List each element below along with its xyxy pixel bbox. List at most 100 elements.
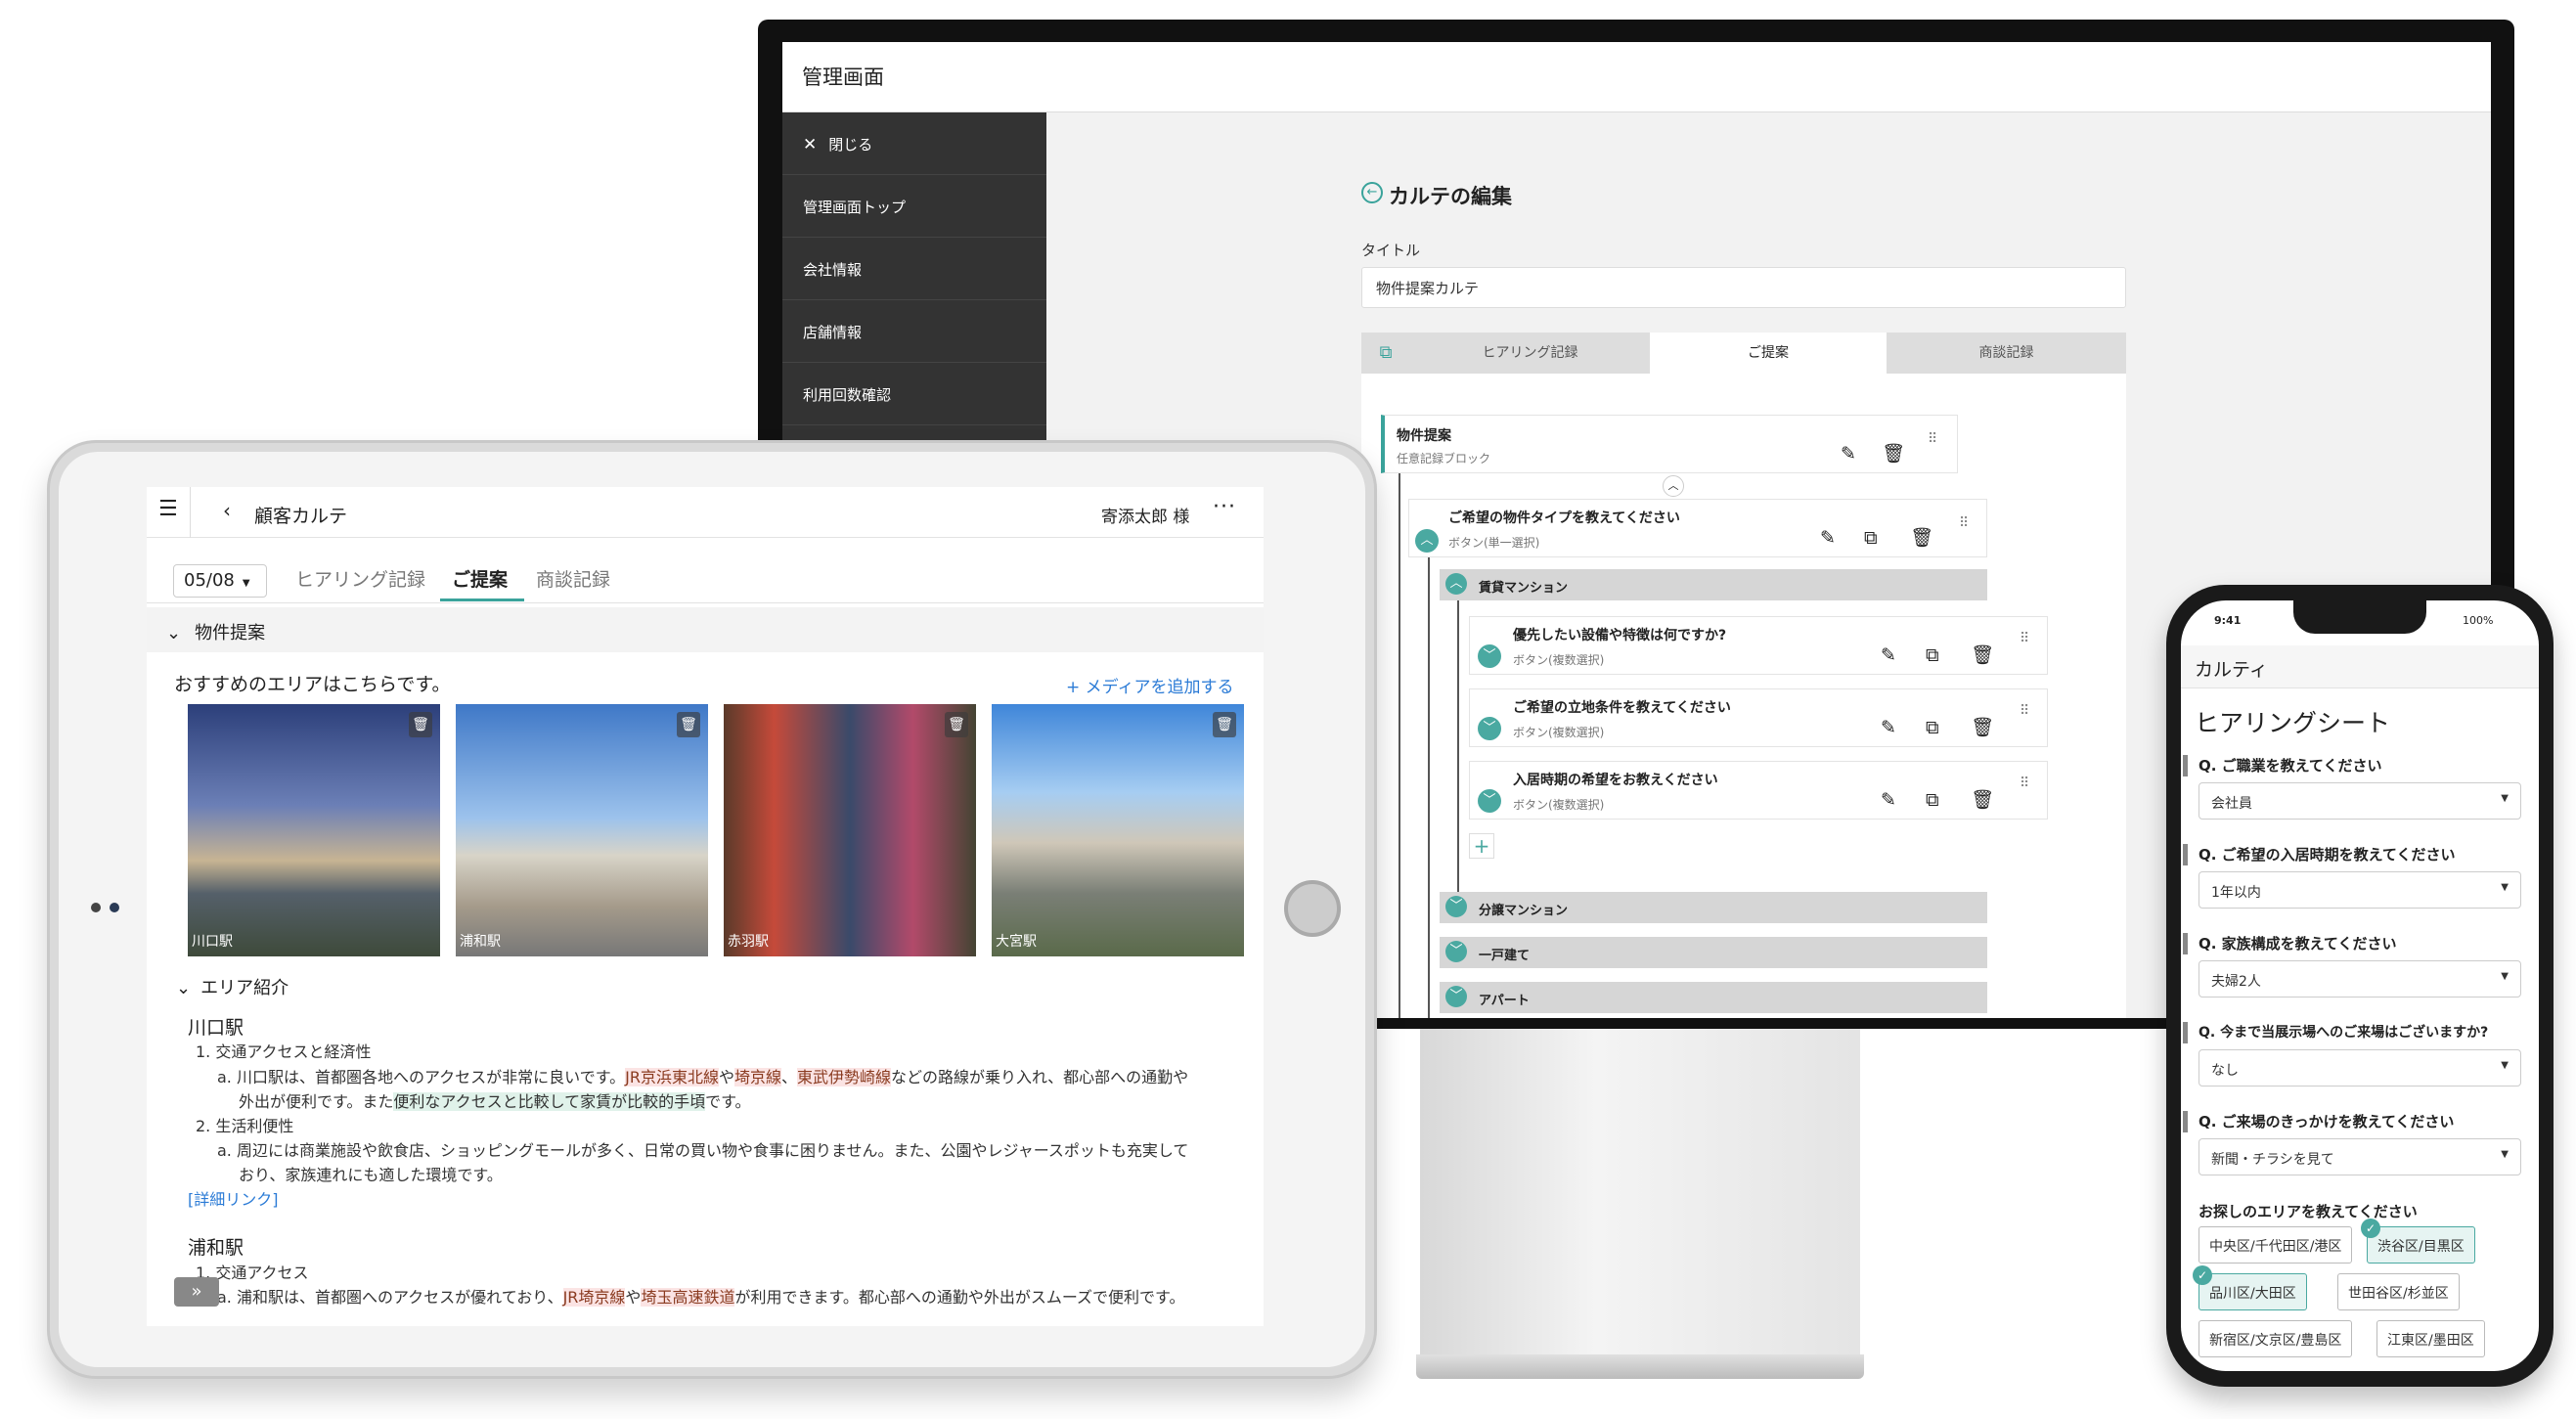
answer-select[interactable]: 会社員 ▼ bbox=[2198, 782, 2521, 820]
area-chip[interactable]: 中央区/千代田区/港区 bbox=[2198, 1226, 2353, 1264]
sidebar-item-top[interactable]: 管理画面トップ bbox=[782, 175, 1046, 238]
back-icon[interactable]: ← bbox=[1361, 182, 1383, 203]
area-photo: 🗑 川口駅 bbox=[188, 704, 440, 956]
group-header[interactable]: ﹀ アパート bbox=[1440, 982, 1987, 1013]
question-label: Q. ご来場のきっかけを教えてください bbox=[2198, 1113, 2455, 1131]
list-item: a. 川口駅は、首都圏各地へのアクセスが非常に良いです。JR京浜東北線や埼京線、… bbox=[217, 1064, 1188, 1087]
copy-icon[interactable]: ⧉ bbox=[1926, 789, 1939, 811]
chevron-up-icon[interactable]: ︿ bbox=[1445, 573, 1467, 595]
area-chip[interactable]: 新宿区/文京区/豊島区 bbox=[2198, 1320, 2353, 1357]
chevron-up-icon[interactable]: ︿ bbox=[1415, 529, 1439, 553]
area-chip[interactable]: 江東区/墨田区 bbox=[2376, 1320, 2485, 1357]
edit-icon[interactable]: ✎ bbox=[1841, 443, 1856, 465]
tab-proposal[interactable]: ご提案 bbox=[452, 565, 508, 592]
text-span: が利用できます。都心部への通勤や外出がスムーズで便利です。 bbox=[734, 1288, 1185, 1307]
tab-negotiation[interactable]: 商談記録 bbox=[1887, 333, 2126, 374]
add-media-link[interactable]: + メディアを追加する bbox=[1066, 673, 1233, 697]
answer-value: 1年以内 bbox=[2211, 885, 2261, 901]
sub-question-subtitle: ボタン(複数選択) bbox=[1513, 798, 1605, 812]
tab-negotiation[interactable]: 商談記録 bbox=[536, 565, 610, 592]
caret-down-icon: ▼ bbox=[2501, 1149, 2509, 1160]
chevron-down-icon[interactable]: ﹀ bbox=[1478, 789, 1501, 813]
answer-select[interactable]: 1年以内 ▼ bbox=[2198, 871, 2521, 909]
area-photo: 🗑 赤羽駅 bbox=[724, 704, 976, 956]
sub-question-subtitle: ボタン(複数選択) bbox=[1513, 653, 1605, 667]
sidebar-close-button[interactable]: ✕ 閉じる bbox=[782, 112, 1046, 175]
title-input[interactable]: 物件提案カルテ bbox=[1361, 267, 2126, 308]
trash-icon[interactable]: 🗑 bbox=[1910, 527, 1933, 549]
chevron-down-icon: ⌄ bbox=[166, 623, 182, 643]
tab-hearing[interactable]: ヒアリング記録 bbox=[295, 565, 425, 592]
trash-icon[interactable]: 🗑 bbox=[945, 712, 968, 737]
drag-handle-icon[interactable]: ⠿ bbox=[2020, 776, 2030, 790]
answer-select[interactable]: 新聞・チラシを見て ▼ bbox=[2198, 1138, 2521, 1175]
photo-caption: 川口駅 bbox=[192, 934, 233, 950]
copy-icon[interactable]: ⧉ bbox=[1864, 527, 1878, 549]
sub-question-card[interactable]: 優先したい設備や特徴は何ですか? ボタン(複数選択) ﹀ ✎ ⧉ 🗑 ⠿ bbox=[1469, 616, 2048, 675]
trash-icon[interactable]: 🗑 bbox=[1971, 644, 1994, 666]
chevron-left-icon[interactable]: ‹ bbox=[223, 499, 231, 522]
edit-icon[interactable]: ✎ bbox=[1881, 789, 1896, 811]
group-header[interactable]: ﹀ 分譲マンション bbox=[1440, 892, 1987, 923]
date-select[interactable]: 05/08 ▼ bbox=[173, 564, 267, 598]
edit-icon[interactable]: ✎ bbox=[1881, 717, 1896, 738]
drag-handle-icon[interactable]: ⠿ bbox=[1928, 432, 1938, 446]
area-heading[interactable]: ⌄ エリア紹介 bbox=[176, 974, 289, 999]
chevron-down-icon[interactable]: ﹀ bbox=[1478, 717, 1501, 740]
group-label: 分譲マンション bbox=[1479, 904, 1569, 918]
chevron-down-icon[interactable]: ﹀ bbox=[1445, 986, 1467, 1007]
group-header[interactable]: ﹀ 一戸建て bbox=[1440, 937, 1987, 968]
editor-panel: 物件提案 任意記録ブロック ✎ 🗑 ⠿ ︿ ご希望の物件タイプを教えてください … bbox=[1361, 374, 2126, 1018]
trash-icon[interactable]: 🗑 bbox=[1213, 712, 1236, 737]
chevron-down-icon[interactable]: ﹀ bbox=[1445, 941, 1467, 962]
answer-select[interactable]: 夫婦2人 ▼ bbox=[2198, 960, 2521, 998]
trash-icon[interactable]: 🗑 bbox=[1882, 443, 1905, 465]
copy-icon[interactable]: ⧉ bbox=[1926, 644, 1939, 666]
trash-icon[interactable]: 🗑 bbox=[409, 712, 432, 737]
sidebar-item-company[interactable]: 会社情報 bbox=[782, 238, 1046, 300]
more-icon[interactable]: ··· bbox=[1213, 495, 1236, 519]
photo-caption: 大宮駅 bbox=[996, 934, 1037, 950]
sub-question-title: 入居時期の希望をお教えください bbox=[1513, 773, 1718, 788]
block-card[interactable]: 物件提案 任意記録ブロック ✎ 🗑 ⠿ bbox=[1381, 415, 1958, 473]
tab-proposal[interactable]: ご提案 bbox=[1650, 333, 1887, 374]
edit-icon[interactable]: ✎ bbox=[1820, 527, 1836, 549]
question-card[interactable]: ご希望の物件タイプを教えてください ボタン(単一選択) ︿ ✎ ⧉ 🗑 ⠿ bbox=[1408, 499, 1987, 557]
drag-handle-icon[interactable]: ⠿ bbox=[1959, 516, 1970, 530]
area-chip[interactable]: 世田谷区/杉並区 bbox=[2337, 1273, 2460, 1310]
sub-question-title: 優先したい設備や特徴は何ですか? bbox=[1513, 628, 1727, 643]
area-photo: 🗑 浦和駅 bbox=[456, 704, 708, 956]
tablet-camera bbox=[110, 903, 119, 912]
list-item: 1. 交通アクセスと経済性 bbox=[196, 1042, 372, 1061]
add-icon[interactable]: + bbox=[1469, 833, 1494, 859]
sub-question-card[interactable]: 入居時期の希望をお教えください ボタン(複数選択) ﹀ ✎ ⧉ 🗑 ⠿ bbox=[1469, 761, 2048, 820]
sidebar-item-usage[interactable]: 利用回数確認 bbox=[782, 363, 1046, 425]
menu-icon[interactable]: ☰ bbox=[158, 497, 178, 521]
chevron-down-icon[interactable]: ﹀ bbox=[1445, 896, 1467, 917]
edit-icon[interactable]: ✎ bbox=[1881, 644, 1896, 666]
section-header[interactable]: ⌄ 物件提案 bbox=[147, 607, 1264, 652]
trash-icon[interactable]: 🗑 bbox=[1971, 717, 1994, 738]
collapse-icon[interactable]: ︿ bbox=[1663, 475, 1684, 497]
tab-settings-icon[interactable]: ⧉ bbox=[1361, 333, 1410, 374]
drag-handle-icon[interactable]: ⠿ bbox=[2020, 632, 2030, 645]
trash-icon[interactable]: 🗑 bbox=[1971, 789, 1994, 811]
copy-icon[interactable]: ⧉ bbox=[1926, 717, 1939, 738]
sidebar-item-store[interactable]: 店舗情報 bbox=[782, 300, 1046, 363]
tablet-home-button bbox=[1284, 880, 1341, 937]
expand-icon[interactable]: » bbox=[174, 1277, 219, 1307]
group-label: 一戸建て bbox=[1479, 949, 1531, 963]
tab-hearing[interactable]: ヒアリング記録 bbox=[1410, 333, 1650, 374]
area-chip-selected[interactable]: 渋谷区/目黒区 bbox=[2367, 1226, 2475, 1264]
sub-question-card[interactable]: ご希望の立地条件を教えてください ボタン(複数選択) ﹀ ✎ ⧉ 🗑 ⠿ bbox=[1469, 688, 2048, 747]
chevron-down-icon[interactable]: ﹀ bbox=[1478, 644, 1501, 668]
question-marker bbox=[2183, 1111, 2188, 1132]
detail-link[interactable]: [詳細リンク] bbox=[188, 1186, 279, 1210]
text-span: です。 bbox=[705, 1092, 751, 1111]
area-chip-selected[interactable]: 品川区/大田区 bbox=[2198, 1273, 2307, 1310]
drag-handle-icon[interactable]: ⠿ bbox=[2020, 704, 2030, 718]
trash-icon[interactable]: 🗑 bbox=[677, 712, 700, 737]
answer-select[interactable]: なし ▼ bbox=[2198, 1049, 2521, 1086]
group-header[interactable]: ︿ 賃貸マンション bbox=[1440, 569, 1987, 600]
admin-tabs: ⧉ ヒアリング記録 ご提案 商談記録 bbox=[1361, 333, 2126, 374]
